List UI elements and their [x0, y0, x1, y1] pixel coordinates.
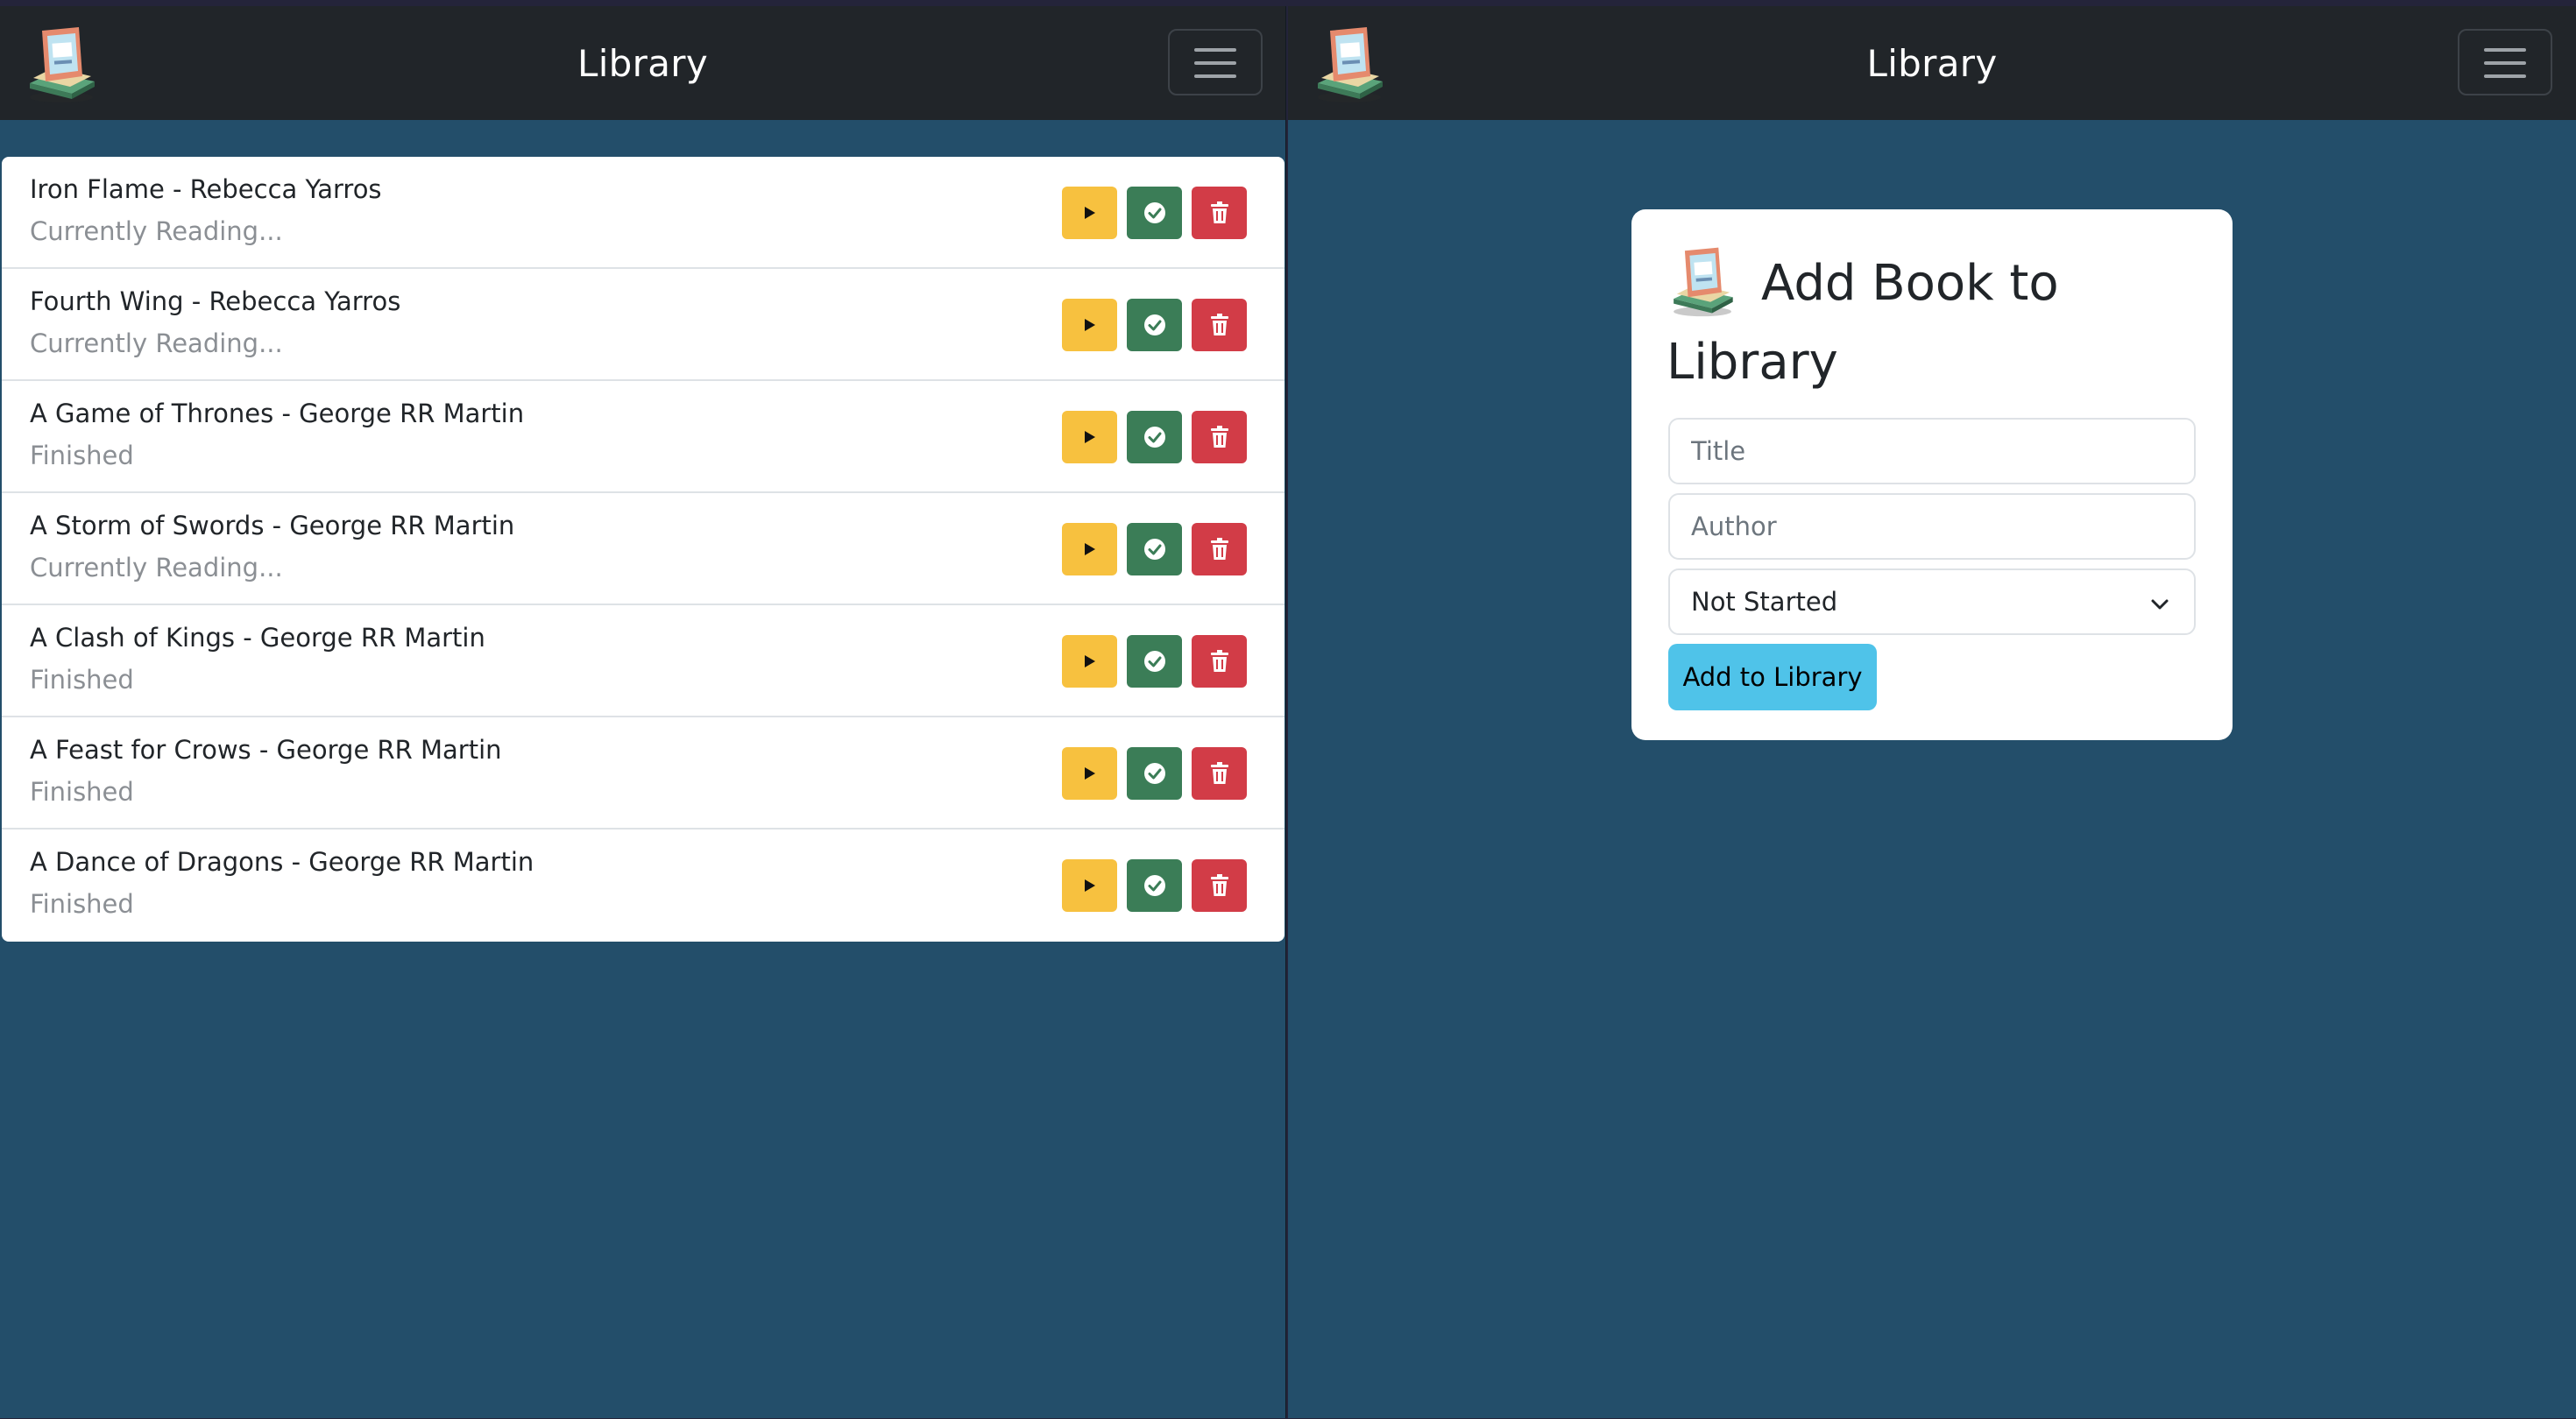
check-circle-icon [1143, 314, 1165, 335]
start-reading-button[interactable] [1062, 187, 1117, 239]
play-icon [1084, 431, 1095, 443]
book-status: Currently Reading... [30, 328, 283, 358]
trash-icon [1210, 650, 1228, 672]
title-input[interactable] [1668, 418, 2196, 484]
book-stand-icon [1674, 247, 1733, 317]
mark-finished-button[interactable] [1127, 523, 1182, 575]
play-icon [1084, 543, 1095, 555]
play-icon [1084, 319, 1095, 331]
check-circle-icon [1143, 427, 1165, 448]
mark-finished-button[interactable] [1127, 299, 1182, 351]
author-input[interactable] [1668, 493, 2196, 560]
book-title: Fourth Wing - Rebecca Yarros [30, 286, 401, 316]
hamburger-menu-icon [2484, 74, 2526, 78]
mark-finished-button[interactable] [1127, 747, 1182, 800]
play-icon [1084, 767, 1095, 780]
book-title: A Dance of Dragons - George RR Martin [30, 847, 534, 877]
book-title: A Clash of Kings - George RR Martin [30, 623, 485, 653]
menu-toggle-button[interactable] [1168, 29, 1263, 95]
trash-icon [1210, 538, 1228, 560]
delete-book-button[interactable] [1192, 747, 1247, 800]
list-item: A Dance of Dragons - George RR Martin Fi… [2, 830, 1284, 942]
navbar: Library [0, 6, 1285, 120]
book-status: Currently Reading... [30, 553, 283, 582]
app-stage: Library Iron Flame - Rebecca Yarros Curr… [0, 0, 2576, 1419]
list-item: Iron Flame - Rebecca Yarros Currently Re… [2, 157, 1284, 269]
book-status: Finished [30, 889, 134, 919]
book-status: Finished [30, 441, 134, 470]
hamburger-menu-icon [1194, 48, 1236, 52]
book-title: A Storm of Swords - George RR Martin [30, 511, 515, 540]
add-book-card: Add Book to Library Not Started Add to L… [1631, 209, 2233, 740]
trash-icon [1210, 874, 1228, 896]
status-select-value: Not Started [1691, 587, 1838, 617]
library-list-view: Library Iron Flame - Rebecca Yarros Curr… [0, 6, 1286, 1418]
delete-book-button[interactable] [1192, 411, 1247, 463]
check-circle-icon [1143, 651, 1165, 672]
start-reading-button[interactable] [1062, 635, 1117, 688]
add-book-view: Library Add Book to Library Title Author… [1288, 6, 2576, 1418]
delete-book-button[interactable] [1192, 635, 1247, 688]
trash-icon [1210, 201, 1228, 223]
mark-finished-button[interactable] [1127, 859, 1182, 912]
trash-icon [1210, 426, 1228, 448]
delete-book-button[interactable] [1192, 299, 1247, 351]
app-title: Library [577, 42, 708, 85]
hamburger-menu-icon [2484, 48, 2526, 52]
hamburger-menu-icon [2484, 61, 2526, 65]
book-stand-icon[interactable] [25, 24, 98, 104]
check-circle-icon [1143, 539, 1165, 560]
list-item: Fourth Wing - Rebecca Yarros Currently R… [2, 269, 1284, 381]
start-reading-button[interactable] [1062, 411, 1117, 463]
check-circle-icon [1143, 763, 1165, 784]
list-item: A Storm of Swords - George RR Martin Cur… [2, 493, 1284, 605]
book-status: Finished [30, 665, 134, 695]
menu-toggle-button[interactable] [2458, 29, 2552, 95]
form-heading-continued: Library [1667, 334, 1838, 391]
delete-book-button[interactable] [1192, 523, 1247, 575]
hamburger-menu-icon [1194, 74, 1236, 78]
book-status: Finished [30, 777, 134, 807]
play-icon [1084, 655, 1095, 667]
form-heading: Add Book to [1761, 255, 2059, 312]
check-circle-icon [1143, 875, 1165, 896]
mark-finished-button[interactable] [1127, 635, 1182, 688]
start-reading-button[interactable] [1062, 523, 1117, 575]
book-status: Currently Reading... [30, 216, 283, 246]
trash-icon [1210, 762, 1228, 784]
app-title: Library [1866, 42, 1998, 85]
list-item: A Feast for Crows - George RR Martin Fin… [2, 717, 1284, 830]
book-title: A Game of Thrones - George RR Martin [30, 399, 525, 428]
navbar: Library [1288, 6, 2576, 120]
check-circle-icon [1143, 202, 1165, 223]
book-list: Iron Flame - Rebecca Yarros Currently Re… [2, 157, 1284, 942]
trash-icon [1210, 314, 1228, 335]
delete-book-button[interactable] [1192, 187, 1247, 239]
add-to-library-button[interactable]: Add to Library [1668, 644, 1877, 710]
start-reading-button[interactable] [1062, 747, 1117, 800]
play-icon [1084, 207, 1095, 219]
start-reading-button[interactable] [1062, 859, 1117, 912]
delete-book-button[interactable] [1192, 859, 1247, 912]
status-select[interactable]: Not Started [1668, 568, 2196, 635]
book-title: Iron Flame - Rebecca Yarros [30, 174, 382, 204]
start-reading-button[interactable] [1062, 299, 1117, 351]
play-icon [1084, 879, 1095, 892]
mark-finished-button[interactable] [1127, 187, 1182, 239]
book-title: A Feast for Crows - George RR Martin [30, 735, 502, 765]
list-item: A Clash of Kings - George RR Martin Fini… [2, 605, 1284, 717]
chevron-down-icon [2151, 599, 2169, 610]
hamburger-menu-icon [1194, 61, 1236, 65]
book-stand-icon[interactable] [1313, 24, 1386, 104]
mark-finished-button[interactable] [1127, 411, 1182, 463]
list-item: A Game of Thrones - George RR Martin Fin… [2, 381, 1284, 493]
